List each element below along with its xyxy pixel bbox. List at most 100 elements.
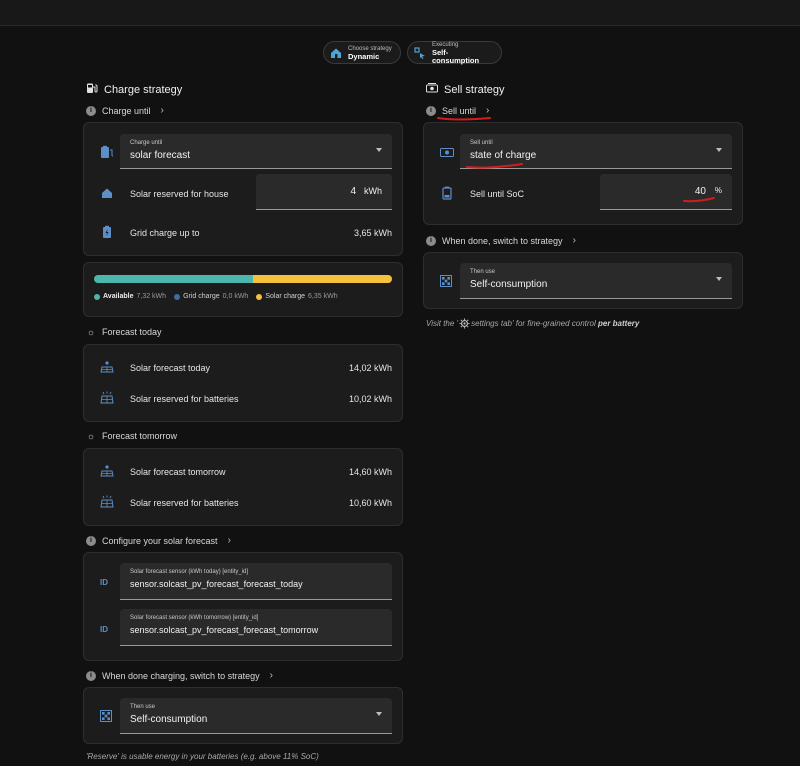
info-icon: i <box>426 105 436 116</box>
forecast-row-value: 10,02 kWh <box>348 394 392 404</box>
gear-icon[interactable] <box>459 318 470 329</box>
choose-strategy-chip[interactable]: Choose strategy Dynamic <box>323 41 401 64</box>
when-done-sell-heading[interactable]: i When done, switch to strategy › <box>426 235 576 246</box>
annotation-underline-soc-value <box>683 197 715 203</box>
solar-reserved-house-input[interactable]: 4 kWh <box>256 174 392 210</box>
solar-battery-icon <box>100 391 114 405</box>
forecast-row-label: Solar reserved for batteries <box>130 394 239 404</box>
chevron-down-icon <box>716 277 722 281</box>
charge-station-icon <box>86 82 98 97</box>
legend-solar: Solar charge 6,35 kWh <box>256 293 338 300</box>
chevron-down-icon <box>376 148 382 152</box>
chevron-right-icon: › <box>160 105 164 116</box>
legend-available: Available 7,32 kWh <box>94 293 166 300</box>
house-icon <box>100 186 114 200</box>
forecast-tomorrow-card: Solar forecast tomorrow 14,60 kWh Solar … <box>83 448 403 526</box>
solar-panel-icon <box>100 360 114 374</box>
forecast-tomorrow-heading-label: Forecast tomorrow <box>102 431 178 441</box>
select-label: Sell until <box>470 140 493 146</box>
input-unit: kWh <box>364 186 382 196</box>
energy-bar-card: Available 7,32 kWh Grid charge 0,0 kWh S… <box>83 262 403 317</box>
forecast-row-value: 10,60 kWh <box>348 498 392 508</box>
configure-forecast-heading[interactable]: i Configure your solar forecast › <box>86 535 231 546</box>
legend-value: 6,35 kWh <box>308 293 338 300</box>
sell-strategy-heading: Sell strategy <box>426 82 505 97</box>
grid-charge-value: 3,65 kWh <box>353 228 392 238</box>
chip-main-label: Dynamic <box>348 51 380 61</box>
sun-icon: ☼ <box>86 431 96 441</box>
battery-icon <box>100 225 114 239</box>
charge-until-heading[interactable]: i Charge until › <box>86 105 164 116</box>
input-label: Solar forecast sensor (kWh tomorrow) [en… <box>130 615 259 621</box>
when-done-sell-card: Then use Self-consumption <box>423 252 743 309</box>
select-value: Self-consumption <box>130 714 208 725</box>
forecast-row-label: Solar forecast today <box>130 363 211 373</box>
configure-forecast-card: ID Solar forecast sensor (kWh today) [en… <box>83 552 403 661</box>
legend-dot <box>174 293 181 300</box>
when-done-charging-heading-label: When done charging, switch to strategy <box>102 670 260 681</box>
charge-until-heading-label: Charge until <box>102 105 151 116</box>
info-icon: i <box>426 235 436 246</box>
chevron-right-icon: › <box>572 235 576 246</box>
forecast-row-value: 14,02 kWh <box>348 363 392 373</box>
legend-dot <box>94 293 100 300</box>
battery-icon <box>440 186 454 200</box>
grid-charge-label: Grid charge up to <box>130 228 200 238</box>
select-value: state of charge <box>470 150 537 161</box>
charge-strategy-heading: Charge strategy <box>86 82 182 97</box>
battery-charging-icon <box>100 145 114 159</box>
select-value: solar forecast <box>130 150 191 161</box>
select-label: Then use <box>470 269 496 275</box>
forecast-row-label: Solar forecast tomorrow <box>130 467 226 477</box>
execute-icon <box>414 46 426 59</box>
solar-battery-icon <box>100 495 114 509</box>
forecast-tomorrow-sensor-input[interactable]: Solar forecast sensor (kWh tomorrow) [en… <box>120 609 392 646</box>
energy-bar-available-segment <box>94 275 254 283</box>
annotation-underline-state-of-charge <box>466 163 523 169</box>
charge-footnote: 'Reserve' is usable energy in your batte… <box>86 752 319 761</box>
executing-chip[interactable]: Executing Self-consumption <box>407 41 502 64</box>
checkerboard-icon <box>100 710 112 724</box>
sell-until-soc-label: Sell until SoC <box>470 189 525 199</box>
sell-then-use-select[interactable]: Then use Self-consumption <box>460 263 732 299</box>
charge-until-card: Charge until solar forecast Solar reserv… <box>83 122 403 256</box>
charge-until-select[interactable]: Charge until solar forecast <box>120 134 392 169</box>
annotation-underline-sell-until <box>437 117 491 121</box>
sell-until-soc-input[interactable]: 40 % <box>600 174 732 210</box>
forecast-row-label: Solar reserved for batteries <box>130 498 239 508</box>
info-icon: i <box>86 670 96 681</box>
top-bar <box>0 0 800 26</box>
input-unit: % <box>714 186 722 195</box>
select-label: Charge until <box>130 140 163 146</box>
forecast-row-value: 14,60 kWh <box>348 467 392 477</box>
forecast-today-sensor-input[interactable]: Solar forecast sensor (kWh today) [entit… <box>120 563 392 600</box>
sell-footnote: Visit the ' settings tab' for fine-grain… <box>426 318 639 329</box>
energy-bar-legend: Available 7,32 kWh Grid charge 0,0 kWh S… <box>94 293 338 300</box>
input-label: Solar forecast sensor (kWh today) [entit… <box>130 569 249 575</box>
solar-panel-icon <box>100 464 114 478</box>
sun-icon: ☼ <box>86 327 96 337</box>
forecast-today-card: Solar forecast today 14,02 kWh Solar res… <box>83 344 403 422</box>
legend-dot <box>256 293 263 300</box>
charge-then-use-select[interactable]: Then use Self-consumption <box>120 698 392 734</box>
footnote-text: Visit the ' <box>426 319 459 328</box>
chevron-right-icon: › <box>227 535 231 546</box>
configure-forecast-heading-label: Configure your solar forecast <box>102 535 218 546</box>
chevron-down-icon <box>716 148 722 152</box>
select-label: Then use <box>130 704 156 710</box>
cash-icon <box>426 82 438 97</box>
id-icon: ID <box>100 625 108 634</box>
cash-icon <box>440 146 454 160</box>
sell-until-card: Sell until state of charge Sell until So… <box>423 122 743 225</box>
forecast-today-heading-label: Forecast today <box>102 327 162 337</box>
footnote-bold-text: per battery <box>598 319 640 328</box>
footnote-text: settings tab' for fine-grained control <box>471 319 598 328</box>
forecast-tomorrow-heading: ☼ Forecast tomorrow <box>86 431 177 441</box>
when-done-charging-heading[interactable]: i When done charging, switch to strategy… <box>86 670 273 681</box>
select-value: Self-consumption <box>470 279 548 290</box>
id-icon: ID <box>100 578 108 587</box>
info-icon: i <box>86 535 96 546</box>
legend-label: Grid charge <box>183 293 220 300</box>
checkerboard-icon <box>440 275 452 289</box>
energy-bar <box>94 275 392 283</box>
